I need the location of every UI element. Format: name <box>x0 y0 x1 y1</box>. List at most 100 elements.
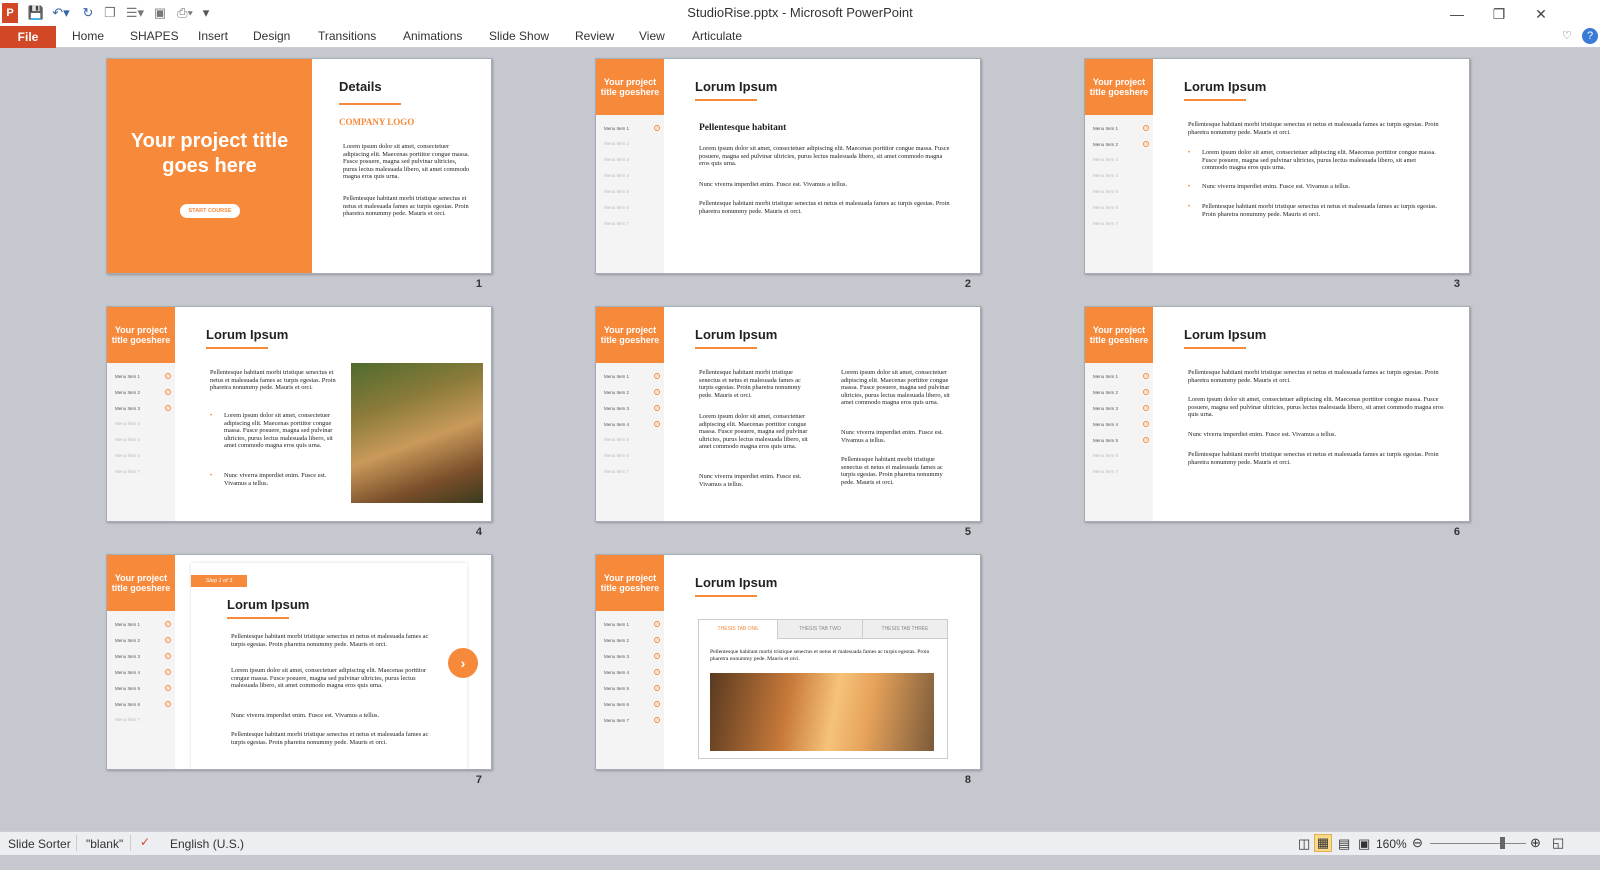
check-icon: ✓ <box>165 685 171 691</box>
paragraph: Nunc viverra imperdiet enim. Fusce est. … <box>699 473 802 488</box>
close-icon[interactable]: ✕ <box>1520 2 1562 26</box>
tab-transitions[interactable]: Transitions <box>318 29 376 43</box>
next-arrow-icon[interactable]: › <box>448 648 478 678</box>
ribbon-tabs: File Home SHAPES Insert Design Transitio… <box>0 26 1600 48</box>
tab-animations[interactable]: Animations <box>403 29 462 43</box>
menu-item: Menu Item 6 <box>1093 453 1119 458</box>
menu-item: Menu Item 7 <box>1093 469 1119 474</box>
tab-slide-show[interactable]: Slide Show <box>489 29 549 43</box>
tab-file[interactable]: File <box>0 26 56 48</box>
paragraph: Pellentesque habitant morbi tristique se… <box>1188 369 1439 384</box>
paragraph: Pellentesque habitant morbi tristique se… <box>231 731 429 746</box>
check-icon: ✓ <box>654 373 660 379</box>
status-bar: Slide Sorter "blank" ✓ English (U.S.) ◫ … <box>0 831 1600 855</box>
paragraph: Nunc viverra imperdiet enim. Fusce est. … <box>224 472 327 487</box>
slide-thumbnail-6[interactable]: Your project title goeshere Menu Item 1 ✓… <box>1084 306 1470 522</box>
view-mode-label: Slide Sorter <box>8 837 71 851</box>
menu-item: Menu Item 5 ✓ <box>115 685 171 691</box>
menu-item: Menu Item 6 <box>604 205 630 210</box>
tab-review[interactable]: Review <box>575 29 614 43</box>
slide-thumbnail-3[interactable]: Your project title goeshere Menu Item 1 ✓… <box>1084 58 1470 274</box>
minimize-icon[interactable]: — <box>1436 2 1478 26</box>
menu-item: Menu Item 7 <box>604 221 630 226</box>
slide-thumbnail-2[interactable]: Your project title goeshere Menu Item 1 ✓… <box>595 58 981 274</box>
menu-item: Menu Item 3 ✓ <box>1093 405 1149 411</box>
menu-item: Menu Item 7 <box>604 469 630 474</box>
paragraph: Pellentesque habitant morbi tristique se… <box>1188 121 1439 136</box>
paragraph: Pellentesque habitant morbi tristique se… <box>1188 451 1439 466</box>
zoom-out-icon[interactable]: ⊖ <box>1412 835 1423 851</box>
check-icon: ✓ <box>654 653 660 659</box>
check-icon: ✓ <box>654 125 660 131</box>
tab-view[interactable]: View <box>639 29 665 43</box>
menu-item: Menu Item 1 ✓ <box>115 373 171 379</box>
slide-show-icon[interactable]: ▣ <box>1358 836 1370 852</box>
slide-thumbnail-5[interactable]: Your project title goeshere Menu Item 1 ✓… <box>595 306 981 522</box>
slide-number: 6 <box>1453 526 1460 538</box>
slide-number: 1 <box>475 278 482 290</box>
help-icon[interactable]: ? <box>1582 28 1598 44</box>
slide-heading: Lorum Ipsum <box>695 575 778 590</box>
slide-heading: Lorum Ipsum <box>695 79 778 94</box>
zoom-level[interactable]: 160% <box>1376 837 1407 851</box>
menu-item: Menu Item 3 ✓ <box>115 405 171 411</box>
zoom-slider-thumb[interactable] <box>1500 837 1505 849</box>
girl-photo <box>351 363 483 503</box>
theme-name: "blank" <box>86 837 124 851</box>
tab-home[interactable]: Home <box>72 29 104 43</box>
slide-thumbnail-7[interactable]: Your project title goeshere Menu Item 1 ✓… <box>106 554 492 770</box>
normal-view-icon[interactable]: ◫ <box>1298 836 1310 852</box>
check-icon: ✓ <box>654 621 660 627</box>
paragraph: Pellentesque habitant morbi tristique se… <box>1202 203 1438 218</box>
check-icon: ✓ <box>654 669 660 675</box>
paragraph: Pellentesque habitant morbi tristique se… <box>710 649 930 662</box>
menu-item: Menu Item 7 <box>115 717 141 722</box>
tab-thesis-three[interactable]: THESIS TAB THREE <box>862 620 947 639</box>
maximize-icon[interactable]: ❐ <box>1478 2 1520 26</box>
heading-underline <box>1184 99 1246 101</box>
menu-item: Menu Item 1 ✓ <box>115 621 171 627</box>
tab-articulate[interactable]: Articulate <box>692 29 742 43</box>
menu-item: Menu Item 4 ✓ <box>115 669 171 675</box>
check-icon: ✓ <box>1143 389 1149 395</box>
tab-shapes[interactable]: SHAPES <box>130 29 179 43</box>
paragraph: Lorem ipsum dolor sit amet, consectetuer… <box>231 667 427 689</box>
paragraph: Nunc viverra imperdiet enim. Fusce est. … <box>1202 183 1351 190</box>
menu-item: Menu Item 5 <box>1093 189 1119 194</box>
zoom-slider[interactable] <box>1430 843 1526 844</box>
fit-to-window-icon[interactable]: ◱ <box>1552 835 1564 851</box>
check-icon: ✓ <box>654 389 660 395</box>
step-badge: Step 1 of 3 <box>191 575 247 587</box>
slide-thumbnail-8[interactable]: Your project title goeshere Menu Item 1 ✓… <box>595 554 981 770</box>
paragraph: Lorem ipsum dolor sit amet, consectetuer… <box>699 145 950 167</box>
proofing-icon[interactable]: ✓ <box>140 835 150 849</box>
slide-thumbnail-1[interactable]: Your project title goes here START COURS… <box>106 58 492 274</box>
menu-item: Menu Item 3 ✓ <box>604 653 660 659</box>
check-icon: ✓ <box>165 637 171 643</box>
tab-thesis-one[interactable]: THESIS TAB ONE <box>699 620 777 639</box>
reading-view-icon[interactable]: ▤ <box>1338 836 1350 852</box>
heading-underline <box>695 347 757 349</box>
start-course-button[interactable]: START COURSE <box>180 204 240 218</box>
details-heading: Details <box>339 79 382 94</box>
tab-thesis-two[interactable]: THESIS TAB TWO <box>777 620 862 639</box>
menu-item: Menu Item 6 <box>604 453 630 458</box>
slide-number: 5 <box>964 526 971 538</box>
ribbon-minimize-icon[interactable]: ♡ <box>1562 29 1572 42</box>
menu-item: Menu Item 6 ✓ <box>115 701 171 707</box>
heading-underline <box>695 595 757 597</box>
menu-item: Menu Item 2 <box>604 141 630 146</box>
language-label[interactable]: English (U.S.) <box>170 837 244 851</box>
project-title: Your project title goes here <box>130 130 289 177</box>
check-icon: ✓ <box>165 653 171 659</box>
tab-design[interactable]: Design <box>253 29 290 43</box>
paragraph: Pellentesque habitant morbi tristique se… <box>210 369 336 391</box>
zoom-in-icon[interactable]: ⊕ <box>1530 835 1541 851</box>
menu-item: Menu Item 2 ✓ <box>115 389 171 395</box>
slide-thumbnail-4[interactable]: Your project title goeshere Menu Item 1 ✓… <box>106 306 492 522</box>
bullet-icon: • <box>1188 184 1191 190</box>
slide-sorter-view-icon[interactable]: ▦ <box>1314 834 1332 852</box>
slide-number: 2 <box>964 278 971 290</box>
check-icon: ✓ <box>654 405 660 411</box>
tab-insert[interactable]: Insert <box>198 29 228 43</box>
